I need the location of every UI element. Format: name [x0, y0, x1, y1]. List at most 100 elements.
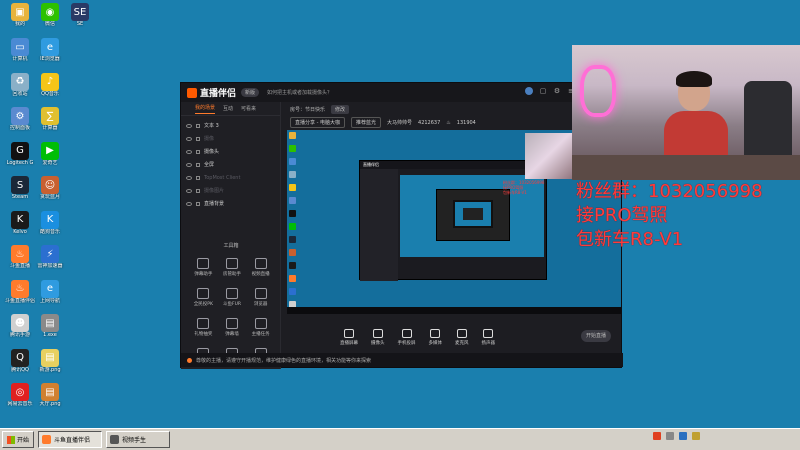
control-2[interactable]: 手机投屏 — [398, 328, 416, 346]
desktop-icon-label: 1.exe — [43, 332, 57, 338]
desktop-icon-glyph: ⚡ — [41, 245, 59, 263]
help-notice-link[interactable]: 如何把主机或者加载摄像头？ — [267, 89, 332, 96]
taskbar-task[interactable]: 斗鱼直播伴侣 — [38, 431, 103, 448]
control-label: 麦克风 — [455, 340, 469, 346]
lock-icon[interactable] — [196, 162, 200, 167]
lock-icon[interactable] — [196, 175, 200, 180]
scene-item[interactable]: 全屏 — [186, 158, 280, 171]
tab-2[interactable]: 可看来 — [241, 105, 256, 112]
desktop-icon-label: 大厅.png — [39, 401, 61, 407]
quality-select[interactable]: 推荐蓝光 — [350, 117, 381, 128]
tool-icon — [225, 288, 238, 299]
toolbox-item[interactable]: 房管助手 — [218, 258, 247, 277]
category-select[interactable]: 直播分享 - 电脑大咖 — [290, 117, 345, 128]
footer-notice-bar: 尊敬的主播，请遵守开播规范，维护健康绿色的直播环境，相关功能等你来探索 — [181, 353, 623, 367]
start-live-button[interactable]: 开始直播 — [581, 330, 611, 342]
toolbox-item[interactable]: 弹幕助手 — [189, 258, 218, 277]
volume-icon[interactable] — [666, 432, 674, 440]
fire-icon: ♨ — [446, 119, 451, 126]
desktop-icon-glyph: Q — [11, 348, 29, 367]
streaming-app-window: 直播伴侣 新版 如何把主机或者加载摄像头？ ▢ ⚙ ≡ – □ × 我的场景互动… — [180, 82, 623, 369]
desktop-icon[interactable]: e IE浏览器 — [32, 38, 68, 63]
desktop-icon[interactable]: ▤ 1.exe — [32, 314, 68, 339]
scene-item[interactable]: 摄像图片 — [186, 184, 280, 197]
preview-desktop-icon — [289, 210, 296, 217]
taskbar-task[interactable]: 视频手生 — [106, 431, 171, 448]
scene-item[interactable]: 摄像 — [186, 132, 280, 145]
desktop-icon[interactable]: ♪ QQ音乐 — [32, 72, 68, 98]
control-4[interactable]: 麦克风 — [455, 328, 469, 346]
app-brand: 直播伴侣 — [200, 89, 237, 99]
lock-icon[interactable] — [196, 136, 200, 141]
desktop-icon[interactable]: K 酷狗音乐 — [32, 210, 68, 236]
desktop-icon-glyph: ▭ — [11, 38, 29, 56]
desktop-icon[interactable]: ▶ 爱奇艺 — [32, 141, 68, 167]
lock-icon[interactable] — [196, 149, 200, 154]
eye-icon[interactable] — [186, 175, 192, 180]
toolbox-item[interactable]: 主播任务 — [246, 318, 275, 337]
nested-app-window: 直播伴侣 — [359, 160, 547, 281]
tray-app-icon[interactable] — [653, 432, 661, 440]
control-0[interactable]: 直播屏幕 — [340, 328, 358, 346]
desktop-icon[interactable]: ∑ 计算器 — [32, 107, 68, 132]
lock-icon[interactable] — [196, 188, 200, 193]
eye-icon[interactable] — [186, 162, 192, 167]
network-icon[interactable] — [692, 432, 700, 440]
tool-label: 弹幕墙 — [225, 332, 239, 337]
tab-1[interactable]: 互动 — [223, 105, 233, 112]
app-logo: 直播伴侣 — [187, 86, 236, 99]
control-3[interactable]: 多媒体 — [429, 328, 442, 346]
eye-icon[interactable] — [186, 136, 192, 141]
toolbox-item[interactable]: 礼物抽奖 — [189, 318, 218, 337]
desktop-icon[interactable]: ⚡ 雷神加速器 — [32, 245, 68, 270]
preview-desktop-icon — [289, 184, 296, 191]
desktop-icon[interactable]: ☺ 贪玩蓝月 — [32, 176, 68, 201]
task-icon — [42, 435, 52, 444]
desktop-icon[interactable]: e 上网导航 — [32, 279, 68, 305]
eye-icon[interactable] — [186, 123, 192, 128]
desktop-icon[interactable]: ▤ 新游.png — [32, 348, 68, 374]
lock-icon[interactable] — [196, 123, 200, 128]
desktop-icon-glyph: ♻ — [11, 72, 29, 91]
scene-sidebar: 我的场景 互动 可看来 文本 3 摄像 摄像头全屏 TopMost Client 摄像图片直… — [181, 102, 281, 369]
tool-label: 斗鱼FUR — [222, 302, 241, 307]
task-icon — [110, 435, 120, 444]
avatar[interactable] — [525, 87, 533, 95]
scene-label: 摄像图片 — [204, 188, 225, 194]
tab-0[interactable]: 我的场景 — [195, 104, 216, 114]
desktop-icon-glyph: e — [41, 38, 59, 56]
control-1[interactable]: 摄像头 — [371, 328, 385, 346]
edit-room-button[interactable]: 修改 — [331, 104, 350, 114]
room-title: 房号：节日快乐 — [290, 106, 326, 113]
settings-icon[interactable]: ⚙ — [553, 87, 561, 95]
eye-icon[interactable] — [186, 201, 192, 206]
scene-label: 全屏 — [204, 162, 215, 168]
toolbox-item[interactable]: 浏览器 — [246, 288, 275, 307]
desktop-icon[interactable]: ▤ 大厅.png — [32, 383, 68, 408]
toolbox-item[interactable]: 全民投PK — [189, 288, 218, 307]
eye-icon[interactable] — [186, 188, 192, 193]
taskbar: 开始 斗鱼直播伴侣 视频手生 — [0, 428, 800, 450]
toolbox-item[interactable]: 视频直播 — [246, 258, 275, 277]
scene-item[interactable]: 摄像头 — [186, 145, 280, 158]
skin-icon[interactable]: ▢ — [539, 87, 547, 95]
lock-icon[interactable] — [196, 201, 200, 206]
input-method-icon[interactable] — [679, 432, 687, 440]
desktop-icon[interactable]: SE SE — [62, 3, 98, 28]
control-5[interactable]: 扬声器 — [482, 328, 495, 346]
preview-desktop-icon — [289, 145, 296, 152]
toolbox-item[interactable]: 斗鱼FUR — [218, 288, 247, 307]
scene-item[interactable]: 直播背景 — [186, 197, 280, 210]
start-button[interactable]: 开始 — [2, 431, 35, 448]
tool-icon — [225, 258, 238, 269]
stream-preview[interactable]: 直播伴侣 粉丝群：1032056998 接PRO驾照 包新车R8-V1 — [287, 130, 621, 314]
control-label: 摄像头 — [371, 340, 385, 346]
toolbox-item[interactable]: 弹幕墙 — [218, 318, 247, 337]
desktop-icon-label: 酷狗音乐 — [39, 228, 60, 235]
desktop-icon-glyph: ⚙ — [11, 107, 29, 125]
host-name: 大马帅帅号 — [387, 120, 413, 126]
scene-item[interactable]: TopMost Client — [186, 171, 280, 184]
version-badge[interactable]: 新版 — [241, 88, 260, 97]
scene-item[interactable]: 文本 3 — [186, 119, 280, 132]
eye-icon[interactable] — [186, 149, 192, 154]
